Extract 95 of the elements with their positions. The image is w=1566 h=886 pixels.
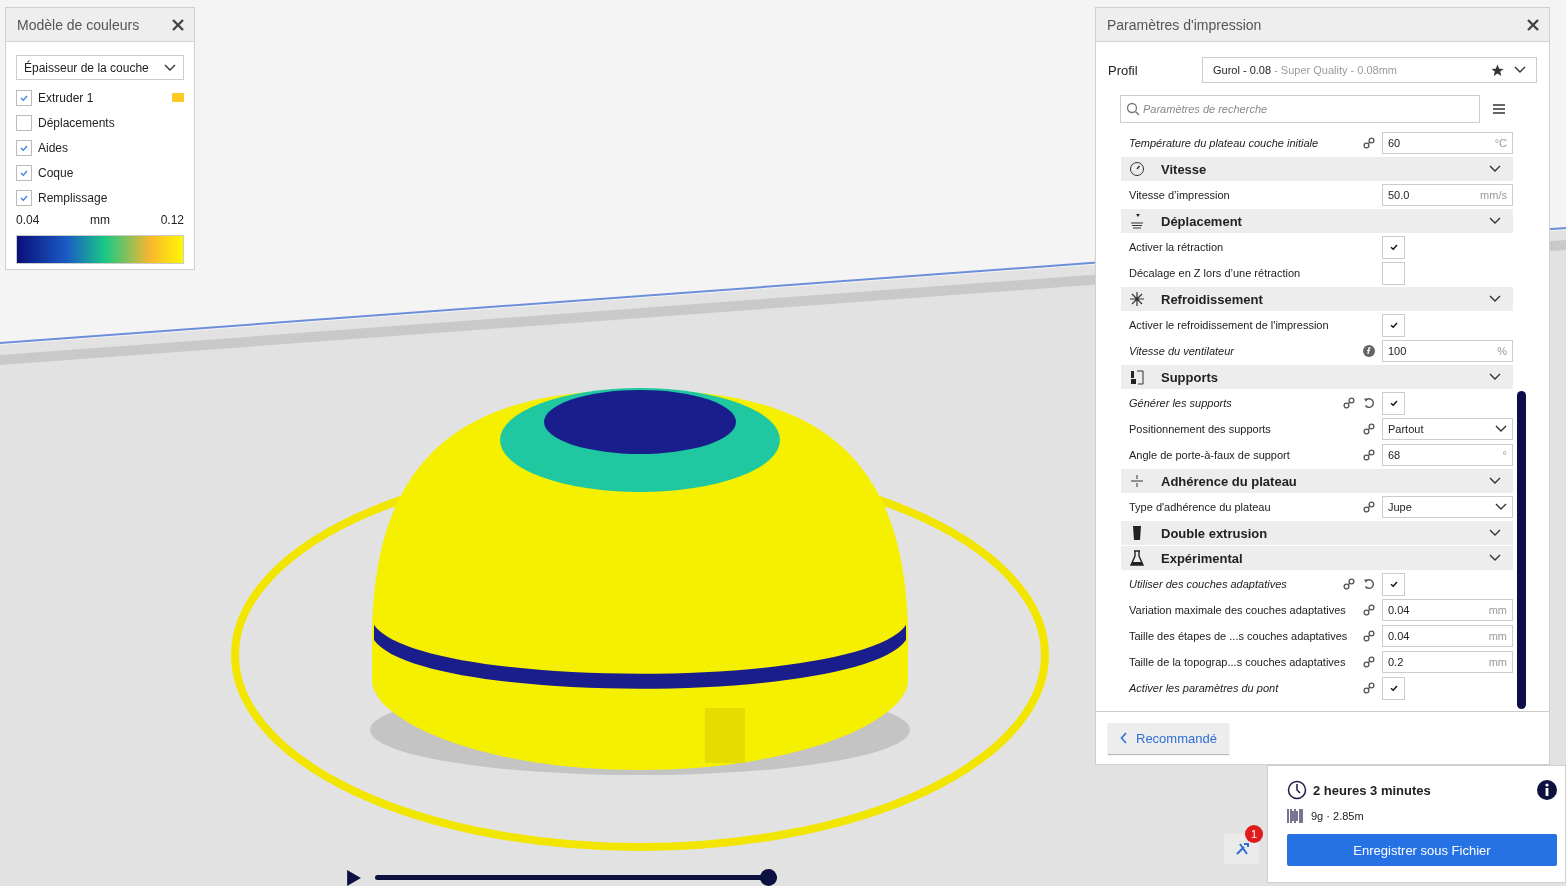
check-icon [1388,242,1399,252]
category-icon [1129,213,1145,229]
save-button[interactable]: Enregistrer sous Fichier [1287,834,1557,866]
setting-label: Décalage en Z lors d’une rétraction [1129,267,1302,279]
caret-icon [1489,373,1501,381]
checkbox[interactable] [16,114,32,131]
category-icon [1129,161,1145,177]
play-icon[interactable] [347,869,361,886]
caret-icon [164,63,176,72]
tools-icon [1234,842,1249,856]
number-field[interactable]: 100 % [1382,340,1513,362]
profile-label: Profil [1108,62,1139,78]
checkbox[interactable] [1382,313,1405,337]
layer-type-label: Coque [38,165,75,180]
info-icon[interactable] [1537,780,1557,800]
star-icon[interactable] [1491,63,1504,77]
layer-type-label: Remplissage [38,190,109,205]
legend-max: 0.12 [160,213,184,227]
search-field[interactable]: Paramètres de recherche [1120,95,1480,123]
number-field[interactable]: 68 ° [1382,444,1513,466]
material-usage: 9g · 2.85m [1311,810,1364,822]
caret-icon [1514,66,1526,74]
checkbox[interactable] [1382,261,1405,285]
setting-label: Vitesse d’impression [1129,189,1231,201]
setting-label: Vitesse du ventilateur [1129,345,1235,357]
layer-type-label: Déplacements [38,115,116,130]
check-icon [1388,579,1399,589]
filament-icon [1287,808,1303,824]
legend-unit: mm [90,213,110,227]
legend-min: 0.04 [16,213,40,227]
setting-label: Taille de la topograp...s couches adaptatives [1129,656,1346,668]
layer-type-label: Extruder 1 [38,90,95,105]
settings-category[interactable]: Vitesse [1121,157,1513,181]
caret-icon [1489,165,1501,173]
caret-icon [1495,425,1507,433]
category-icon [1129,473,1145,489]
setting-label: Générer les supports [1129,397,1233,409]
setting-label: Utiliser des couches adaptatives [1129,578,1288,590]
setting-label: Activer la rétraction [1129,241,1225,253]
close-icon[interactable] [1527,18,1539,31]
category-icon [1129,550,1145,566]
profile-dropdown[interactable]: Gurol - 0.08 - Super Quality - 0.08mm [1202,57,1537,83]
color-scheme-dropdown[interactable]: Épaisseur de la couche [16,55,184,80]
caret-icon [1489,217,1501,225]
close-icon[interactable] [172,18,184,31]
scrollbar-thumb[interactable] [1517,391,1526,709]
checkbox[interactable] [16,164,32,181]
setting-label: Taille des étapes de ...s couches adaptatives [1129,630,1348,642]
settings-category[interactable]: Double extrusion [1121,521,1513,545]
checkbox[interactable] [1382,235,1405,259]
setting-dropdown[interactable]: Jupe [1382,496,1513,518]
number-field[interactable]: 50.0 mm/s [1382,184,1513,206]
checkbox[interactable] [16,139,32,156]
category-icon [1129,291,1145,307]
check-icon [1388,683,1399,693]
check-icon [1388,320,1399,330]
setting-label: Angle de porte-à-faux de support [1129,449,1291,461]
checkbox[interactable] [16,189,32,206]
checkbox[interactable] [1382,676,1405,700]
layer-type-label: Aides [38,140,70,155]
caret-icon [1495,503,1507,511]
setting-label: Positionnement des supports [1129,423,1272,435]
number-field[interactable]: 0.2 mm [1382,651,1513,673]
setting-label: Type d'adhérence du plateau [1129,501,1272,513]
caret-icon [1489,529,1501,537]
number-field[interactable]: 60 °C [1382,132,1513,154]
caret-icon [1489,477,1501,485]
setting-dropdown[interactable]: Partout [1382,418,1513,440]
category-icon [1129,369,1145,385]
setting-label: Activer les paramètres du pont [1129,682,1280,694]
setting-label: Variation maximale des couches adaptatives [1129,604,1346,616]
checkbox[interactable] [1382,391,1405,415]
search-icon [1126,102,1140,116]
print-time: 2 heures 3 minutes [1313,782,1432,798]
number-field[interactable]: 0.04 mm [1382,625,1513,647]
panel-title: Paramètres d'impression [1107,16,1262,33]
setting-label: Température du plateau couche initiale [1129,137,1320,149]
settings-category[interactable]: Déplacement [1121,209,1513,233]
settings-category[interactable]: Adhérence du plateau [1121,469,1513,493]
check-icon [1388,398,1399,408]
menu-icon[interactable] [1493,104,1505,114]
caret-icon [1489,554,1501,562]
settings-category[interactable]: Expérimental [1121,546,1513,570]
setting-label: Activer le refroidissement de l'impression [1129,319,1330,331]
panel-title: Modèle de couleurs [17,16,140,33]
reset-icon[interactable] [1363,578,1375,590]
caret-icon [1489,295,1501,303]
checkbox[interactable] [16,89,32,106]
settings-category[interactable]: Supports [1121,365,1513,389]
settings-category[interactable]: Refroidissement [1121,287,1513,311]
clock-icon [1287,780,1307,800]
number-field[interactable]: 0.04 mm [1382,599,1513,621]
checkbox[interactable] [1382,572,1405,596]
recommended-button[interactable]: Recommandé [1108,722,1229,754]
reset-icon[interactable] [1363,397,1375,409]
